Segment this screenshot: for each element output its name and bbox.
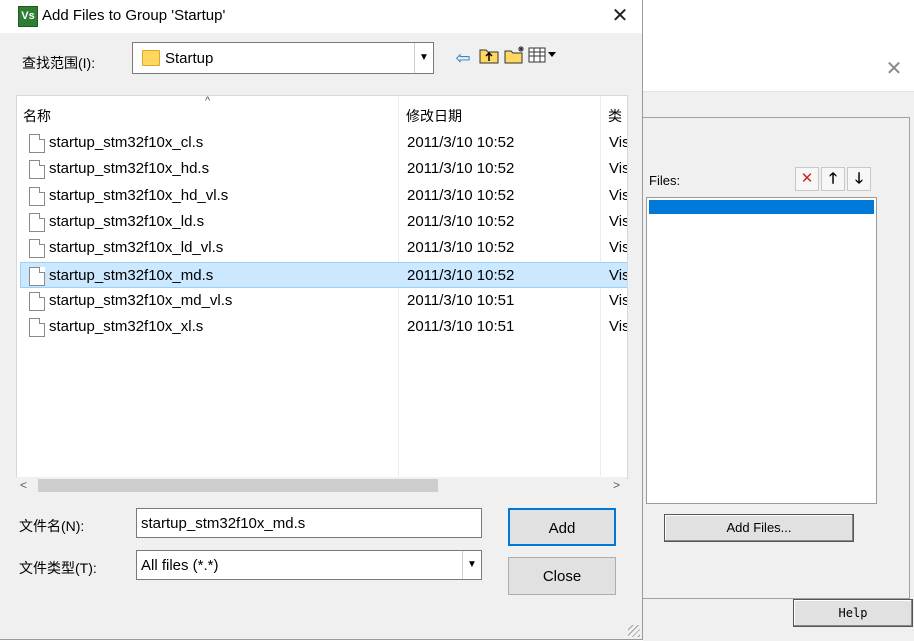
folder-icon bbox=[142, 50, 160, 66]
file-modified: 2011/3/10 10:52 bbox=[407, 266, 515, 284]
back-arrow-icon[interactable]: ⇦ bbox=[450, 47, 476, 69]
app-icon: Vs bbox=[18, 6, 38, 27]
file-modified: 2011/3/10 10:52 bbox=[407, 212, 515, 230]
file-row[interactable]: startup_stm32f10x_hd_vl.s 2011/3/10 10:52… bbox=[21, 183, 627, 209]
column-header-name[interactable]: 名称 bbox=[23, 106, 51, 126]
close-button[interactable]: Close bbox=[508, 557, 616, 595]
file-type: Vis bbox=[609, 186, 628, 204]
file-icon bbox=[29, 318, 45, 338]
add-files-dialog: Vs Add Files to Group 'Startup' ✕ 查找范围(I… bbox=[0, 0, 643, 640]
file-row[interactable]: startup_stm32f10x_xl.s 2011/3/10 10:51 Vis bbox=[21, 314, 627, 340]
chevron-down-icon[interactable]: ▼ bbox=[414, 43, 433, 73]
file-name: startup_stm32f10x_hd_vl.s bbox=[49, 186, 229, 204]
file-icon bbox=[29, 212, 45, 232]
file-name: startup_stm32f10x_ld_vl.s bbox=[49, 239, 224, 257]
scroll-left-icon[interactable]: < bbox=[20, 477, 27, 494]
look-in-dropdown[interactable]: Startup ▼ bbox=[132, 42, 434, 74]
file-modified: 2011/3/10 10:51 bbox=[407, 318, 515, 336]
dialog-titlebar: Vs Add Files to Group 'Startup' ✕ bbox=[0, 0, 642, 33]
files-label: Files: bbox=[649, 173, 681, 188]
files-listbox[interactable] bbox=[646, 197, 877, 504]
file-modified: 2011/3/10 10:51 bbox=[407, 291, 515, 309]
file-icon bbox=[29, 291, 45, 311]
file-row[interactable]: startup_stm32f10x_md.s 2011/3/10 10:52 Vis bbox=[20, 261, 628, 288]
file-modified: 2011/3/10 10:52 bbox=[407, 160, 515, 178]
new-folder-icon[interactable] bbox=[502, 46, 528, 69]
file-icon bbox=[29, 134, 45, 153]
file-icon bbox=[29, 239, 45, 259]
file-modified: 2011/3/10 10:52 bbox=[407, 239, 515, 257]
file-modified: 2011/3/10 10:52 bbox=[407, 134, 515, 151]
file-row[interactable]: startup_stm32f10x_hd.s 2011/3/10 10:52 Vis bbox=[21, 156, 627, 182]
add-button[interactable]: Add bbox=[508, 508, 616, 546]
dialog-title: Add Files to Group 'Startup' bbox=[42, 7, 226, 24]
resize-grip-icon[interactable] bbox=[628, 625, 640, 637]
file-type: Vis bbox=[609, 239, 628, 257]
file-type: Vis bbox=[609, 318, 628, 336]
files-toolbar: ✕ 🡑 🡓 bbox=[793, 167, 871, 191]
scrollbar-thumb[interactable] bbox=[38, 479, 438, 492]
filename-label: 文件名(N): bbox=[19, 518, 85, 534]
files-list-selected-row[interactable] bbox=[649, 200, 874, 214]
navigation-toolbar: ⇦ bbox=[450, 46, 556, 69]
file-row[interactable]: startup_stm32f10x_ld.s 2011/3/10 10:52 Vis bbox=[21, 209, 627, 235]
view-menu-icon[interactable] bbox=[528, 46, 556, 69]
file-name: startup_stm32f10x_md_vl.s bbox=[49, 291, 233, 309]
move-up-icon[interactable]: 🡑 bbox=[821, 167, 845, 191]
chevron-down-icon[interactable]: ▼ bbox=[462, 551, 481, 579]
sort-ascending-icon: ^ bbox=[205, 95, 211, 107]
column-header-modified[interactable]: 修改日期 bbox=[406, 106, 462, 126]
add-files-button[interactable]: Add Files... bbox=[664, 514, 854, 542]
look-in-label: 查找范围(I): bbox=[22, 55, 96, 71]
file-name: startup_stm32f10x_hd.s bbox=[49, 160, 210, 178]
background-close-button[interactable]: ✕ bbox=[884, 59, 904, 79]
filetype-label: 文件类型(T): bbox=[19, 560, 97, 576]
file-name: startup_stm32f10x_ld.s bbox=[49, 212, 205, 230]
look-in-value: Startup bbox=[165, 50, 214, 67]
file-icon bbox=[29, 186, 45, 206]
background-dialog: ✕ Files: ✕ 🡑 🡓 Add Files... Help bbox=[643, 47, 914, 641]
file-icon bbox=[29, 160, 45, 180]
file-name: startup_stm32f10x_md.s bbox=[49, 266, 214, 284]
up-folder-icon[interactable] bbox=[476, 46, 502, 69]
column-headers: 名称 ^ 修改日期 类 bbox=[17, 96, 627, 130]
file-modified: 2011/3/10 10:52 bbox=[407, 186, 515, 204]
file-type: Vis bbox=[609, 134, 628, 151]
horizontal-scrollbar[interactable]: < > bbox=[16, 477, 626, 494]
file-type: Vis bbox=[609, 212, 628, 230]
file-icon bbox=[29, 266, 45, 286]
file-row[interactable]: startup_stm32f10x_ld_vl.s 2011/3/10 10:52… bbox=[21, 235, 627, 261]
file-type: Vis bbox=[609, 266, 628, 284]
file-type: Vis bbox=[609, 291, 628, 309]
filetype-value: All files (*.*) bbox=[141, 557, 219, 574]
file-name: startup_stm32f10x_xl.s bbox=[49, 318, 204, 336]
file-type: Vis bbox=[609, 160, 628, 178]
file-row[interactable]: startup_stm32f10x_cl.s 2011/3/10 10:52 Vis bbox=[21, 130, 627, 156]
help-button[interactable]: Help bbox=[793, 599, 913, 627]
delete-x-icon[interactable]: ✕ bbox=[795, 167, 819, 191]
move-down-icon[interactable]: 🡓 bbox=[847, 167, 871, 191]
background-titlebar: ✕ bbox=[643, 47, 914, 92]
filename-input[interactable]: startup_stm32f10x_md.s bbox=[136, 508, 482, 538]
column-header-type[interactable]: 类 bbox=[608, 106, 622, 126]
scroll-right-icon[interactable]: > bbox=[613, 477, 620, 494]
file-name: startup_stm32f10x_cl.s bbox=[49, 134, 204, 151]
filetype-dropdown[interactable]: All files (*.*) ▼ bbox=[136, 550, 482, 580]
close-icon[interactable]: ✕ bbox=[608, 5, 632, 29]
file-list[interactable]: 名称 ^ 修改日期 类 startup_stm32f10x_cl.s 2011/3… bbox=[16, 95, 628, 479]
file-row[interactable]: startup_stm32f10x_md_vl.s 2011/3/10 10:51… bbox=[21, 288, 627, 314]
